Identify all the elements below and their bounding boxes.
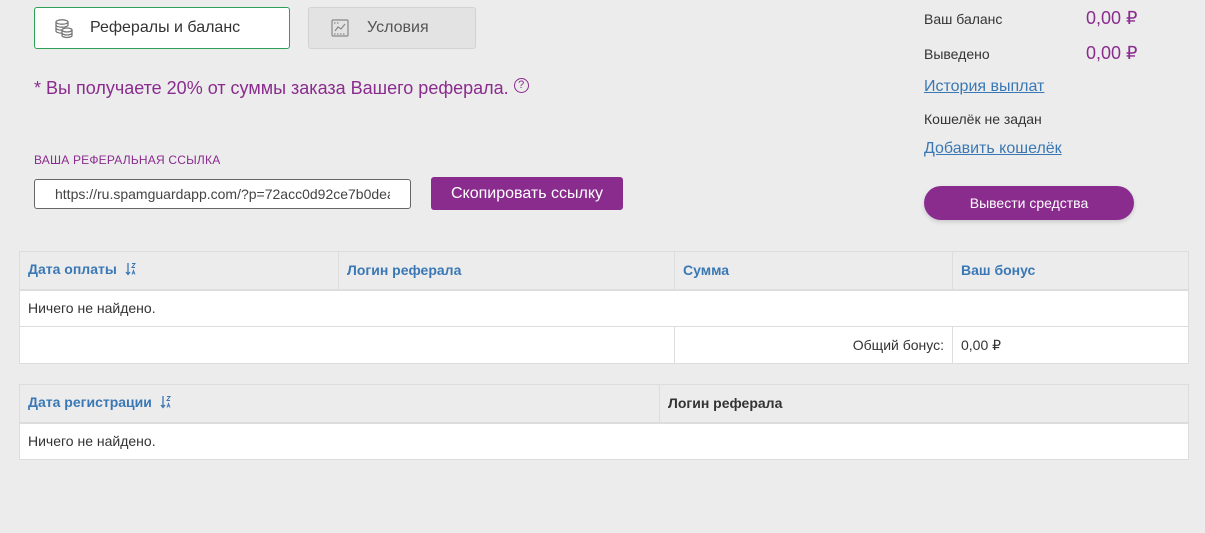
referral-link-label: ВАША РЕФЕРАЛЬНАЯ ССЫЛКА: [34, 153, 221, 167]
tab-conditions-label: Условия: [367, 19, 429, 36]
referral-percent-notice: * Вы получаете 20% от суммы заказа Вашег…: [34, 78, 529, 99]
column-label: Дата регистрации: [28, 394, 152, 411]
column-registration-date[interactable]: Дата регистрации: [19, 384, 660, 424]
balance-value: 0,00 ₽: [1086, 8, 1138, 28]
table-row: Ничего не найдено.: [19, 422, 1189, 460]
promo-text: * Вы получаете 20% от суммы заказа Вашег…: [34, 78, 509, 98]
table-row: Ничего не найдено.: [19, 289, 1189, 327]
empty-cell: [19, 326, 675, 364]
withdraw-funds-button[interactable]: Вывести средства: [924, 186, 1134, 220]
tab-conditions[interactable]: Условия: [308, 7, 476, 49]
wallet-status: Кошелёк не задан: [924, 111, 1042, 127]
empty-message: Ничего не найдено.: [19, 289, 1189, 327]
sort-icon[interactable]: [125, 262, 137, 279]
tab-referrals-balance[interactable]: Рефералы и баланс: [34, 7, 290, 49]
registrations-table: Дата регистрации Логин реферала Ничего н…: [19, 384, 1189, 460]
payments-table: Дата оплаты Логин реферала Сумма Ваш бон…: [19, 251, 1189, 364]
empty-message: Ничего не найдено.: [19, 422, 1189, 460]
document-chart-icon: [329, 17, 351, 39]
tab-referrals-label: Рефералы и баланс: [90, 19, 241, 36]
referral-link-input[interactable]: [34, 179, 411, 209]
total-bonus-value: 0,00 ₽: [952, 326, 1189, 364]
column-your-bonus[interactable]: Ваш бонус: [952, 251, 1189, 291]
sort-icon[interactable]: [160, 395, 172, 412]
coins-icon: [53, 17, 75, 39]
column-referral-login[interactable]: Логин реферала: [338, 251, 675, 291]
column-payment-date[interactable]: Дата оплаты: [19, 251, 339, 291]
total-bonus-label: Общий бонус:: [674, 326, 953, 364]
balance-label: Ваш баланс: [924, 11, 1003, 27]
table-row: Общий бонус: 0,00 ₽: [19, 326, 1189, 364]
add-wallet-link[interactable]: Добавить кошелёк: [924, 140, 1062, 158]
withdrawn-value: 0,00 ₽: [1086, 43, 1138, 63]
column-label: Дата оплаты: [28, 261, 117, 278]
copy-link-button[interactable]: Скопировать ссылку: [431, 177, 623, 210]
column-referral-login: Логин реферала: [659, 384, 1189, 424]
payout-history-link[interactable]: История выплат: [924, 78, 1044, 96]
withdrawn-label: Выведено: [924, 46, 990, 62]
column-amount[interactable]: Сумма: [674, 251, 953, 291]
help-icon[interactable]: ?: [513, 78, 529, 93]
